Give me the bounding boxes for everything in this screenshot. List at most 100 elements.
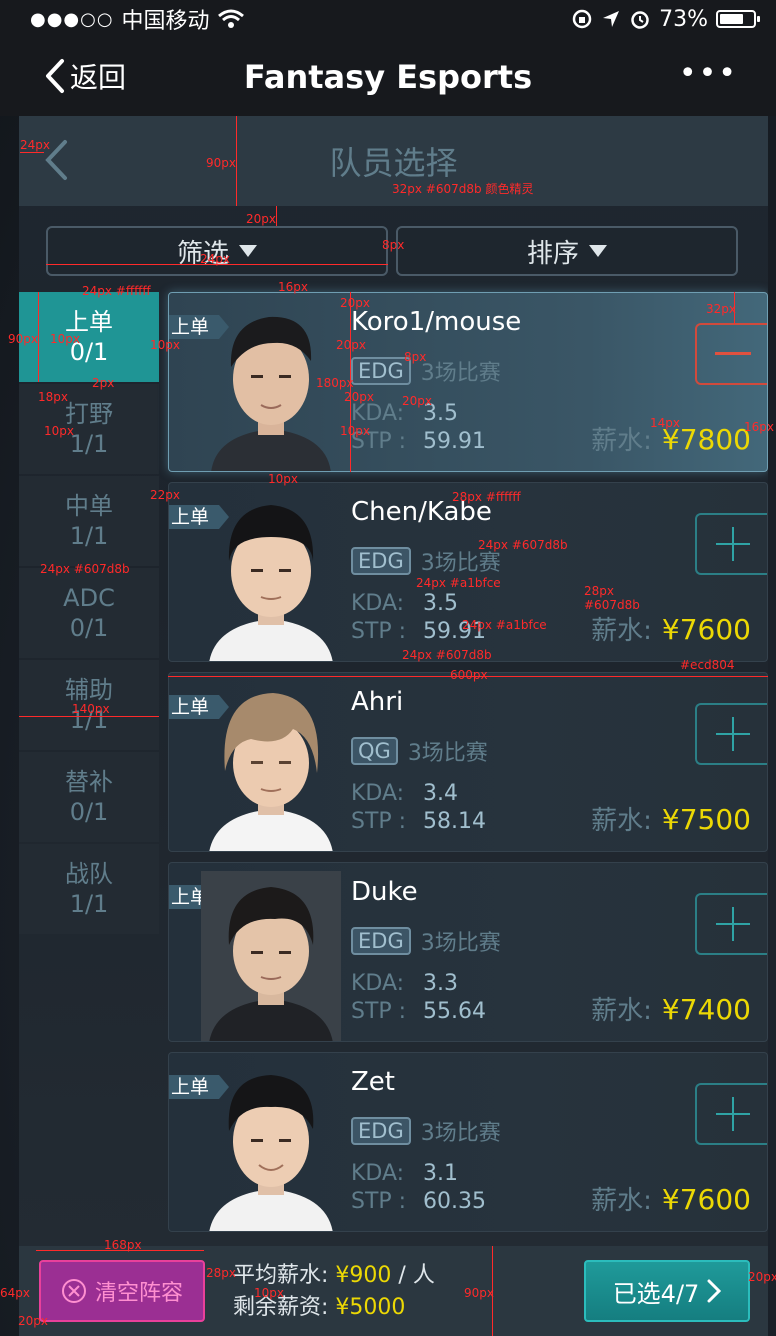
- annotation-label: 16px: [278, 280, 308, 294]
- salary-label: 薪水:: [591, 616, 652, 646]
- tab-label: 辅助: [65, 676, 113, 704]
- salary-label: 薪水:: [591, 426, 652, 456]
- team-row: EDG 3场比赛: [351, 925, 501, 957]
- clear-lineup-button[interactable]: 清空阵容: [39, 1260, 205, 1322]
- plus-icon: [716, 717, 750, 751]
- annotation-label: 24px #607d8b: [478, 538, 568, 552]
- player-card[interactable]: 上单 Ahri QG 3场比赛 KDA: 3.4 STP: 58.14 薪水:…: [168, 672, 768, 852]
- annotation-label: 28px: [584, 584, 614, 598]
- selected-count-label: 已选4/7: [612, 1279, 700, 1308]
- kda-label: KDA:: [351, 971, 405, 996]
- annotation-label: 20px: [340, 296, 370, 310]
- kda-label: KDA:: [351, 591, 405, 616]
- filter-button[interactable]: 筛选: [46, 226, 388, 276]
- annotation-label: 24px #a1bfce: [416, 576, 501, 590]
- back-label: 返回: [70, 61, 127, 94]
- salary-label: 薪水:: [591, 1186, 652, 1216]
- tab-label: 替补: [65, 768, 113, 796]
- player-avatar: [209, 693, 333, 851]
- annotation-label: #607d8b: [584, 598, 640, 612]
- avg-salary-label: 平均薪水:: [233, 1263, 329, 1288]
- tab-count: 1/1: [69, 522, 109, 550]
- player-name: Ahri: [351, 687, 404, 717]
- team-row: QG 3场比赛: [351, 735, 488, 767]
- tab-top[interactable]: 上单 0/1: [19, 292, 159, 382]
- stp-label: STP :: [351, 1189, 407, 1214]
- salary: 薪水: ¥7400: [591, 990, 751, 1027]
- tab-count: 0/1: [69, 798, 109, 826]
- tab-count: 0/1: [69, 614, 109, 642]
- player-card[interactable]: 上单 Chen/Kabe EDG 3场比赛 KDA: 3.5 STP: 59.…: [168, 482, 768, 662]
- kda-row: KDA: 3.1: [351, 1161, 458, 1186]
- annotation-line: [38, 292, 39, 382]
- battery-level: [720, 14, 744, 24]
- bottom-bar: 清空阵容 平均薪水: ¥900 / 人 剩余薪资: ¥5000 已选4/7: [19, 1246, 768, 1336]
- games-count: 3场比赛: [407, 741, 488, 766]
- remove-player-button[interactable]: [695, 323, 767, 385]
- team-badge: EDG: [351, 357, 411, 385]
- stp-row: STP : 55.64: [351, 999, 486, 1024]
- annotation-label: 20px: [246, 212, 276, 226]
- stp-label: STP :: [351, 809, 407, 834]
- player-card[interactable]: 上单 Duke EDG 3场比赛 KDA: 3.3 STP: 55.64 薪水…: [168, 862, 768, 1042]
- add-player-button[interactable]: [695, 703, 767, 765]
- annotation-label: 18px: [38, 390, 68, 404]
- clear-label: 清空阵容: [94, 1281, 183, 1306]
- kda-label: KDA:: [351, 1161, 405, 1186]
- sort-button[interactable]: 排序: [396, 226, 738, 276]
- add-player-button[interactable]: [695, 1083, 767, 1145]
- annotation-label: 24px: [20, 138, 50, 152]
- annotation-label: 24px: [200, 252, 230, 266]
- annotation-label: 28px #ffffff: [452, 490, 521, 504]
- annotation-label: 16px: [744, 420, 774, 434]
- annotation-label: 10px: [50, 332, 80, 346]
- tab-substitute[interactable]: 替补 0/1: [19, 752, 159, 842]
- back-button[interactable]: 返回: [44, 56, 126, 96]
- stp-label: STP :: [351, 619, 407, 644]
- player-avatar: [209, 505, 333, 661]
- annotation-label: 168px: [104, 1238, 142, 1252]
- stp-value: 58.14: [423, 809, 486, 834]
- player-avatar: [209, 1075, 333, 1231]
- battery-percent: 73%: [659, 6, 708, 32]
- stp-value: 60.35: [423, 1189, 486, 1214]
- page-title: 队员选择: [329, 144, 458, 182]
- add-player-button[interactable]: [695, 893, 767, 955]
- player-card[interactable]: 上单 Koro1/mouse EDG 3场比赛 KDA: 3.5 STP: 5…: [168, 292, 768, 472]
- annotation-label: 8px: [382, 238, 405, 252]
- salary-label: 薪水:: [591, 996, 652, 1026]
- kda-label: KDA:: [351, 401, 405, 426]
- annotation-label: 10px: [268, 472, 298, 486]
- tab-mid[interactable]: 中单 1/1: [19, 476, 159, 566]
- salary-value: ¥7600: [661, 613, 751, 646]
- player-card[interactable]: 上单 Zet EDG 3场比赛 KDA: 3.1 STP: 60.35 薪水:…: [168, 1052, 768, 1232]
- kda-value: 3.5: [423, 591, 458, 616]
- salary-value: ¥7500: [661, 803, 751, 836]
- nav-bar: 返回 Fantasy Esports •••: [0, 38, 776, 116]
- caret-down-icon: [589, 245, 607, 257]
- plus-icon: [716, 1097, 750, 1131]
- games-count: 3场比赛: [420, 1121, 501, 1146]
- tab-team[interactable]: 战队 1/1: [19, 844, 159, 934]
- position-tabs: 上单 0/1 打野 1/1 中单 1/1 ADC 0/1 辅助 1/1 替补 0…: [19, 292, 159, 936]
- avg-salary-value: ¥900: [335, 1263, 392, 1288]
- annotation-label: 90px: [464, 1286, 494, 1300]
- status-bar: ●●●○○ 中国移动 73%: [0, 0, 776, 38]
- tab-label: 中单: [65, 492, 113, 520]
- more-menu-icon[interactable]: •••: [679, 56, 738, 91]
- stp-row: STP : 59.91: [351, 429, 486, 454]
- annotation-label: 20px: [344, 390, 374, 404]
- annotation-line: [236, 116, 237, 206]
- selected-confirm-button[interactable]: 已选4/7: [584, 1260, 750, 1322]
- annotation-line: [19, 716, 159, 717]
- annotation-label: 20px: [336, 338, 366, 352]
- add-player-button[interactable]: [695, 513, 767, 575]
- tab-adc[interactable]: ADC 0/1: [19, 568, 159, 658]
- player-avatar: [201, 871, 341, 1041]
- annotation-label: 600px: [450, 668, 488, 682]
- annotation-line: [276, 206, 277, 226]
- clear-circle-icon: [61, 1279, 86, 1303]
- avg-salary-unit: / 人: [391, 1263, 435, 1288]
- player-name: Zet: [351, 1067, 396, 1097]
- annotation-label: 22px: [150, 488, 180, 502]
